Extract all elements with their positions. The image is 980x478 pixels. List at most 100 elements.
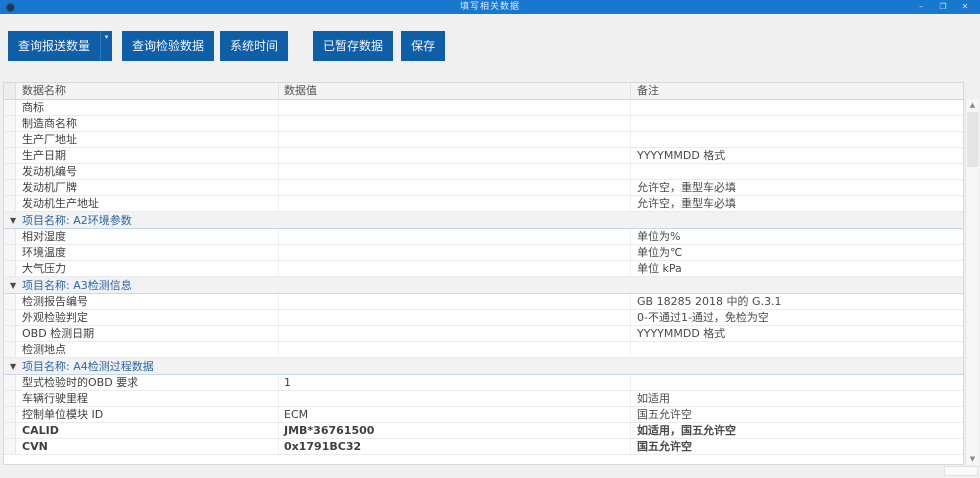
table-row[interactable]: 大气压力 单位 kPa xyxy=(4,261,963,277)
cell-name: 车辆行驶里程 xyxy=(16,391,279,406)
toolbar-button-label[interactable]: 查询报送数量 xyxy=(8,31,101,61)
window-controls: – ❐ ✕ xyxy=(910,0,976,14)
row-gutter xyxy=(4,342,16,357)
table-row[interactable]: OBD 检测日期 YYYYMMDD 格式 xyxy=(4,326,963,342)
cell-value[interactable] xyxy=(279,294,631,309)
cell-remark xyxy=(631,342,963,357)
cell-value[interactable]: 1 xyxy=(279,375,631,390)
scroll-down-icon[interactable]: ▼ xyxy=(966,453,979,465)
app-window: 填写相关数据 – ❐ ✕ 查询报送数量 ▾ 查询检验数据 系统时间 已暂存数据 保存 数据… xyxy=(0,0,980,478)
cell-remark: YYYYMMDD 格式 xyxy=(637,149,726,162)
cell-remark: 单位 kPa xyxy=(637,262,682,275)
cell-remark: 允许空，重型车必填 xyxy=(637,181,736,194)
section-row[interactable]: ▼ 项目名称: A3检测信息 xyxy=(4,277,963,294)
row-gutter xyxy=(4,100,16,115)
column-header-name[interactable]: 数据名称 xyxy=(16,83,279,99)
table-row[interactable]: 发动机生产地址 允许空，重型车必填 xyxy=(4,196,963,212)
cell-value[interactable] xyxy=(279,261,631,276)
section-row[interactable]: ▼ 项目名称: A2环境参数 xyxy=(4,212,963,229)
table-row[interactable]: 控制单位模块 ID ECM 国五允许空 xyxy=(4,407,963,423)
table-body: 商标 制造商名称 生产厂地址 生产日期 YYYYMMDD 格式 发动机编号 发动机厂牌 允许空… xyxy=(4,100,963,455)
table-row[interactable]: 制造商名称 xyxy=(4,116,963,132)
toolbar-button-label[interactable]: 保存 xyxy=(401,31,446,61)
table-row[interactable]: 相对湿度 单位为% xyxy=(4,229,963,245)
section-collapse-icon[interactable]: ▼ xyxy=(10,281,20,290)
toolbar-button-label[interactable]: 已暂存数据 xyxy=(313,31,394,61)
cell-name: 环境温度 xyxy=(16,245,279,260)
table-row[interactable]: 发动机编号 xyxy=(4,164,963,180)
column-header-value[interactable]: 数据值 xyxy=(279,83,631,99)
table-row[interactable]: 生产厂地址 xyxy=(4,132,963,148)
scroll-up-icon[interactable]: ▲ xyxy=(966,99,979,111)
cell-remark: 国五允许空 xyxy=(637,408,692,421)
column-header-remark[interactable]: 备注 xyxy=(631,83,963,99)
section-collapse-icon[interactable]: ▼ xyxy=(10,216,20,225)
cell-value[interactable] xyxy=(279,180,631,195)
cell-remark: YYYYMMDD 格式 xyxy=(637,327,726,340)
toolbar-button-label[interactable]: 查询检验数据 xyxy=(122,31,215,61)
table-row[interactable]: 生产日期 YYYYMMDD 格式 xyxy=(4,148,963,164)
cell-value[interactable] xyxy=(279,310,631,325)
toolbar-button: 保存 xyxy=(401,31,446,61)
cell-value[interactable] xyxy=(279,326,631,341)
vertical-scrollbar[interactable]: ▲ ▼ xyxy=(965,99,978,465)
row-gutter xyxy=(4,148,16,163)
table-row[interactable]: 车辆行驶里程 如适用 xyxy=(4,391,963,407)
table-row[interactable]: 型式检验时的OBD 要求 1 xyxy=(4,375,963,391)
row-gutter xyxy=(4,375,16,390)
cell-remark: 0-不通过1-通过，免检为空 xyxy=(637,311,769,324)
section-row[interactable]: ▼ 项目名称: A4检测过程数据 xyxy=(4,358,963,375)
cell-value[interactable] xyxy=(279,164,631,179)
table-row[interactable]: 环境温度 单位为℃ xyxy=(4,245,963,261)
cell-value[interactable] xyxy=(279,391,631,406)
cell-name: 大气压力 xyxy=(16,261,279,276)
row-gutter xyxy=(4,196,16,211)
row-gutter xyxy=(4,294,16,309)
table-row[interactable]: CALID JMB*36761500 如适用，国五允许空 xyxy=(4,423,963,439)
cell-value[interactable] xyxy=(279,100,631,115)
cell-remark: 单位为% xyxy=(637,230,681,243)
cell-value[interactable] xyxy=(279,245,631,260)
table-row[interactable]: 外观检验判定 0-不通过1-通过，免检为空 xyxy=(4,310,963,326)
cell-value[interactable] xyxy=(279,116,631,131)
cell-name: 发动机厂牌 xyxy=(16,180,279,195)
resize-corner xyxy=(944,466,978,476)
row-gutter xyxy=(4,132,16,147)
table-row[interactable]: 发动机厂牌 允许空，重型车必填 xyxy=(4,180,963,196)
close-icon[interactable]: ✕ xyxy=(954,0,976,14)
toolbar-button: 已暂存数据 xyxy=(313,31,394,61)
cell-value[interactable]: 0x1791BC32 xyxy=(279,439,631,454)
toolbar: 查询报送数量 ▾ 查询检验数据 系统时间 已暂存数据 保存 xyxy=(8,31,446,61)
cell-name: 相对湿度 xyxy=(16,229,279,244)
cell-value[interactable] xyxy=(279,342,631,357)
cell-name: OBD 检测日期 xyxy=(16,326,279,341)
table-row[interactable]: 检测地点 xyxy=(4,342,963,358)
cell-remark: GB 18285 2018 中的 G.3.1 xyxy=(637,295,782,308)
gutter-header xyxy=(4,83,16,99)
row-gutter xyxy=(4,116,16,131)
cell-name: 商标 xyxy=(16,100,279,115)
dropdown-caret-icon[interactable]: ▾ xyxy=(100,31,113,61)
table-row[interactable]: CVN 0x1791BC32 国五允许空 xyxy=(4,439,963,455)
cell-value[interactable] xyxy=(279,148,631,163)
table-row[interactable]: 检测报告编号 GB 18285 2018 中的 G.3.1 xyxy=(4,294,963,310)
cell-name: 发动机生产地址 xyxy=(16,196,279,211)
row-gutter xyxy=(4,180,16,195)
cell-name: 型式检验时的OBD 要求 xyxy=(16,375,279,390)
cell-value[interactable] xyxy=(279,229,631,244)
row-gutter xyxy=(4,261,16,276)
table-row[interactable]: 商标 xyxy=(4,100,963,116)
maximize-icon[interactable]: ❐ xyxy=(932,0,954,14)
cell-value[interactable] xyxy=(279,196,631,211)
cell-value[interactable]: JMB*36761500 xyxy=(279,423,631,438)
cell-name: 生产厂地址 xyxy=(16,132,279,147)
toolbar-button-label[interactable]: 系统时间 xyxy=(220,31,289,61)
cell-name: CVN xyxy=(16,439,279,454)
cell-remark xyxy=(631,116,963,131)
cell-value[interactable] xyxy=(279,132,631,147)
row-gutter xyxy=(4,391,16,406)
scrollbar-thumb[interactable] xyxy=(967,112,978,167)
cell-value[interactable]: ECM xyxy=(279,407,631,422)
minimize-icon[interactable]: – xyxy=(910,0,932,14)
section-collapse-icon[interactable]: ▼ xyxy=(10,362,20,371)
